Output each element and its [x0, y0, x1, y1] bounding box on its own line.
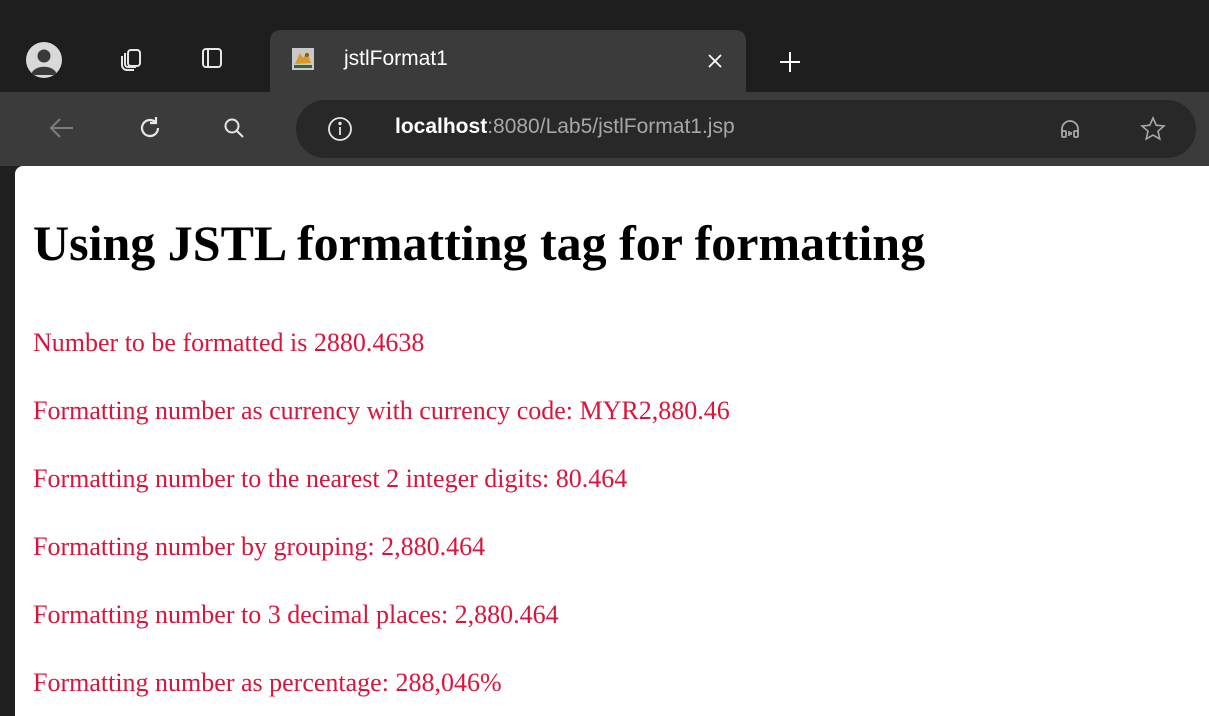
page-title: Using JSTL formatting tag for formatting [33, 215, 926, 271]
toolbar: localhost:8080/Lab5/jstlFormat1.jsp [0, 92, 1209, 166]
page-viewport: Using JSTL formatting tag for formatting… [15, 166, 1209, 716]
info-icon[interactable] [326, 115, 354, 143]
address-bar[interactable]: localhost:8080/Lab5/jstlFormat1.jsp [296, 100, 1196, 158]
tab-title: jstlFormat1 [344, 47, 448, 70]
tab-actions-icon[interactable] [192, 38, 232, 78]
search-icon[interactable] [214, 108, 254, 148]
format-line: Number to be formatted is 2880.4638 [33, 328, 425, 357]
tab-strip: jstlFormat1 [0, 0, 1209, 92]
url-path: :8080/Lab5/jstlFormat1.jsp [487, 115, 735, 138]
active-tab[interactable]: jstlFormat1 [270, 30, 746, 92]
close-icon[interactable] [698, 44, 732, 78]
format-line: Formatting number as percentage: 288,046… [33, 668, 502, 697]
format-line: Formatting number as currency with curre… [33, 396, 730, 425]
refresh-icon[interactable] [130, 108, 170, 148]
format-line: Formatting number by grouping: 2,880.464 [33, 532, 486, 561]
star-icon[interactable] [1134, 110, 1172, 148]
url-host: localhost [395, 115, 488, 138]
url-text: localhost:8080/Lab5/jstlFormat1.jsp [395, 115, 735, 139]
profile-icon[interactable] [26, 42, 62, 78]
tomcat-icon [292, 48, 314, 70]
format-line: Formatting number to 3 decimal places: 2… [33, 600, 559, 629]
format-line: Formatting number to the nearest 2 integ… [33, 464, 628, 493]
read-aloud-icon[interactable] [1051, 110, 1089, 148]
back-arrow-icon[interactable] [42, 108, 82, 148]
plus-icon[interactable] [770, 42, 810, 82]
collections-icon[interactable] [112, 38, 152, 78]
